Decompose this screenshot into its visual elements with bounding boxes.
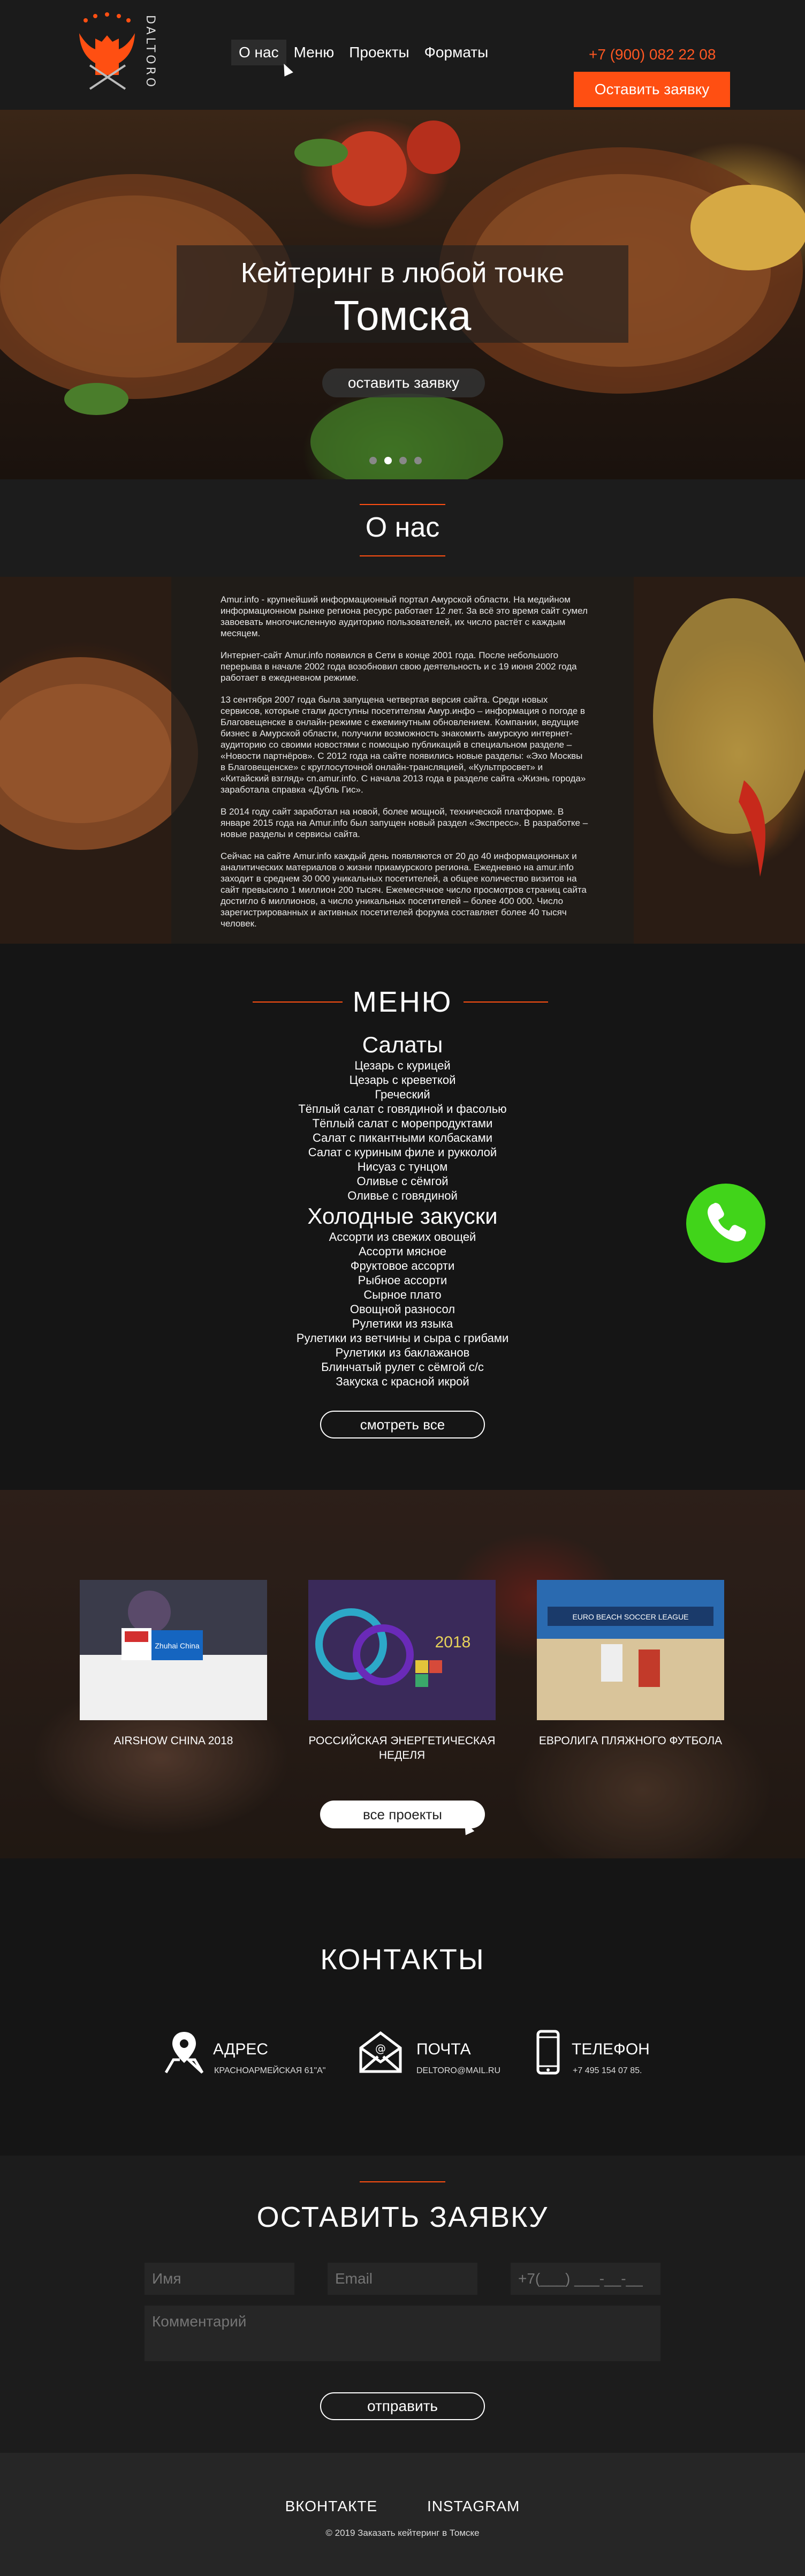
menu-item: Фруктовое ассорти bbox=[350, 1259, 455, 1272]
hero-subtitle: Кейтеринг в любой точке bbox=[240, 258, 565, 289]
divider bbox=[360, 2181, 445, 2182]
project-card[interactable]: EURO BEACH SOCCER LEAGUE ЕВРОЛИГА ПЛЯЖНО… bbox=[537, 1580, 724, 1748]
menu-item: Ассорти из свежих овощей bbox=[329, 1230, 476, 1244]
hero-order-button[interactable]: оставить заявку bbox=[322, 368, 485, 397]
menu-item: Закуска с красной икрой bbox=[336, 1375, 469, 1388]
social-links: ВКОНТАКТЕ INSTAGRAM bbox=[0, 2498, 805, 2515]
menu-item: Ассорти мясное bbox=[358, 1245, 447, 1258]
menu-category-title: Холодные закуски bbox=[307, 1203, 498, 1229]
order-button[interactable]: Оставить заявку bbox=[574, 72, 730, 107]
about-paragraph: Интернет-сайт Amur.info появился в Сети … bbox=[221, 650, 577, 683]
about-header: О нас bbox=[0, 479, 805, 577]
contact-label: ПОЧТА bbox=[416, 2040, 471, 2058]
site-footer: ВКОНТАКТЕ INSTAGRAM © 2019 Заказать кейт… bbox=[0, 2453, 805, 2576]
project-card[interactable]: 2018 РОССИЙСКАЯ ЭНЕРГЕТИЧЕСКАЯ НЕДЕЛЯ bbox=[308, 1580, 496, 1762]
nav-item-projects[interactable]: Проекты bbox=[341, 40, 416, 65]
header-phone[interactable]: +7 (900) 082 22 08 bbox=[589, 46, 716, 63]
menu-item: Рыбное ассорти bbox=[358, 1274, 447, 1287]
phone-field[interactable] bbox=[511, 2263, 660, 2295]
about-paragraph: Amur.info - крупнейший информационный по… bbox=[221, 594, 588, 638]
project-image-label: EURO BEACH SOCCER LEAGUE bbox=[572, 1613, 688, 1621]
site-header: DALTORO О нас Меню Проекты Форматы +7 (9… bbox=[0, 0, 805, 110]
project-caption: РОССИЙСКАЯ ЭНЕРГЕТИЧЕСКАЯ НЕДЕЛЯ bbox=[308, 1735, 496, 1761]
slider-dot[interactable] bbox=[414, 457, 422, 464]
slider-dot-active[interactable] bbox=[384, 457, 392, 464]
menu-item: Блинчатый рулет с сёмгой с/с bbox=[321, 1360, 484, 1374]
order-form-section: ОСТАВИТЬ ЗАЯВКУ отправить bbox=[0, 2156, 805, 2453]
mail-icon: @ bbox=[359, 2031, 402, 2073]
menu-item: Салат с пикантными колбасками bbox=[312, 1131, 493, 1144]
menu-item: Оливье с сёмгой bbox=[356, 1174, 449, 1188]
project-image: Zhuhai China bbox=[80, 1580, 267, 1720]
call-button[interactable] bbox=[686, 1184, 765, 1263]
menu-item: Тёплый салат с морепродуктами bbox=[312, 1117, 493, 1130]
slider-dot[interactable] bbox=[369, 457, 377, 464]
project-card[interactable]: Zhuhai China AIRSHOW CHINA 2018 bbox=[80, 1580, 267, 1748]
social-link-instagram[interactable]: INSTAGRAM bbox=[427, 2498, 520, 2514]
hero-title: Томска bbox=[333, 292, 472, 339]
menu-list: Салаты Цезарь с курицей Цезарь с креветкой… bbox=[0, 1031, 805, 1389]
nav-item-formats[interactable]: Форматы bbox=[417, 40, 496, 65]
menu-item: Салат с куриным филе и рукколой bbox=[308, 1146, 497, 1159]
project-image-label: Zhuhai China bbox=[155, 1641, 199, 1650]
nav-item-menu[interactable]: Меню bbox=[286, 40, 342, 65]
contact-label: АДРЕС bbox=[213, 2040, 269, 2058]
contact-label: ТЕЛЕФОН bbox=[572, 2040, 650, 2058]
main-nav: О нас Меню Проекты Форматы bbox=[231, 40, 496, 65]
slider-dot[interactable] bbox=[399, 457, 407, 464]
project-caption: ЕВРОЛИГА ПЛЯЖНОГО ФУТБОЛА bbox=[538, 1735, 723, 1747]
menu-item: Нисуаз с тунцом bbox=[357, 1160, 448, 1173]
menu-item: Рулетики из ветчины и сыра с грибами bbox=[296, 1331, 509, 1345]
about-section: Amur.info - крупнейший информационный по… bbox=[0, 577, 805, 944]
slider-dots bbox=[369, 457, 422, 464]
name-field[interactable] bbox=[145, 2263, 294, 2295]
divider bbox=[360, 555, 445, 556]
menu-item: Цезарь с курицей bbox=[354, 1059, 451, 1072]
social-link-vk[interactable]: ВКОНТАКТЕ bbox=[285, 2498, 378, 2514]
view-all-menu-button[interactable]: смотреть все bbox=[320, 1411, 485, 1438]
about-title: О нас bbox=[365, 512, 440, 543]
comment-field[interactable] bbox=[145, 2306, 660, 2361]
contacts-title: КОНТАКТЫ bbox=[320, 1944, 485, 1976]
contact-value[interactable]: +7 495 154 07 85. bbox=[573, 2066, 642, 2076]
menu-item: Овощной разносол bbox=[350, 1302, 455, 1316]
about-paragraph: Сейчас на сайте Amur.info каждый день по… bbox=[221, 851, 587, 929]
project-image: EURO BEACH SOCCER LEAGUE bbox=[537, 1580, 724, 1720]
divider bbox=[464, 1001, 548, 1003]
contacts-section: КОНТАКТЫ АДРЕС КРАСНОАРМЕЙСКАЯ 61"А" @ П… bbox=[0, 1858, 805, 2156]
map-pin-icon bbox=[164, 2032, 204, 2074]
contact-value[interactable]: DELTORO@MAIL.RU bbox=[416, 2066, 500, 2076]
project-image: 2018 bbox=[308, 1580, 496, 1720]
project-image-label: 2018 bbox=[435, 1633, 471, 1651]
submit-button[interactable]: отправить bbox=[320, 2392, 485, 2420]
menu-item: Греческий bbox=[375, 1088, 430, 1101]
menu-item: Сырное плато bbox=[363, 1288, 442, 1301]
projects-section: Zhuhai China AIRSHOW CHINA 2018 2018 РОС… bbox=[0, 1490, 805, 1858]
email-field[interactable] bbox=[328, 2263, 477, 2295]
menu-title: МЕНЮ bbox=[352, 986, 453, 1018]
menu-item: Рулетики из баклажанов bbox=[335, 1346, 470, 1359]
svg-text:@: @ bbox=[375, 2042, 386, 2055]
hero-slider: Кейтеринг в любой точке Томска оставить … bbox=[0, 110, 805, 479]
project-caption: AIRSHOW CHINA 2018 bbox=[113, 1735, 233, 1747]
order-form-title: ОСТАВИТЬ ЗАЯВКУ bbox=[256, 2201, 549, 2233]
menu-item: Тёплый салат с говядиной и фасолью bbox=[298, 1102, 507, 1116]
copyright: © 2019 Заказать кейтеринг в Томске bbox=[325, 2528, 480, 2538]
menu-item: Оливье с говядиной bbox=[347, 1189, 458, 1202]
menu-section: МЕНЮ Салаты Цезарь с курицей Цезарь с крев… bbox=[0, 944, 805, 1490]
phone-icon bbox=[708, 1203, 746, 1241]
menu-category-title: Салаты bbox=[362, 1032, 443, 1057]
menu-item: Цезарь с креветкой bbox=[349, 1073, 456, 1087]
about-paragraph: 13 сентября 2007 года была запущена четв… bbox=[221, 695, 586, 795]
hero-caption: Кейтеринг в любой точке Томска bbox=[177, 245, 628, 343]
contact-value[interactable]: КРАСНОАРМЕЙСКАЯ 61"А" bbox=[214, 2066, 325, 2076]
about-text: Amur.info - крупнейший информационный по… bbox=[221, 594, 590, 940]
brand-name: DALTORO bbox=[143, 15, 157, 90]
about-paragraph: В 2014 году сайт заработал на новой, бол… bbox=[221, 807, 588, 839]
menu-item: Рулетики из языка bbox=[352, 1317, 453, 1330]
nav-item-about[interactable]: О нас bbox=[231, 40, 286, 65]
smartphone-icon bbox=[536, 2030, 560, 2075]
divider bbox=[360, 504, 445, 505]
